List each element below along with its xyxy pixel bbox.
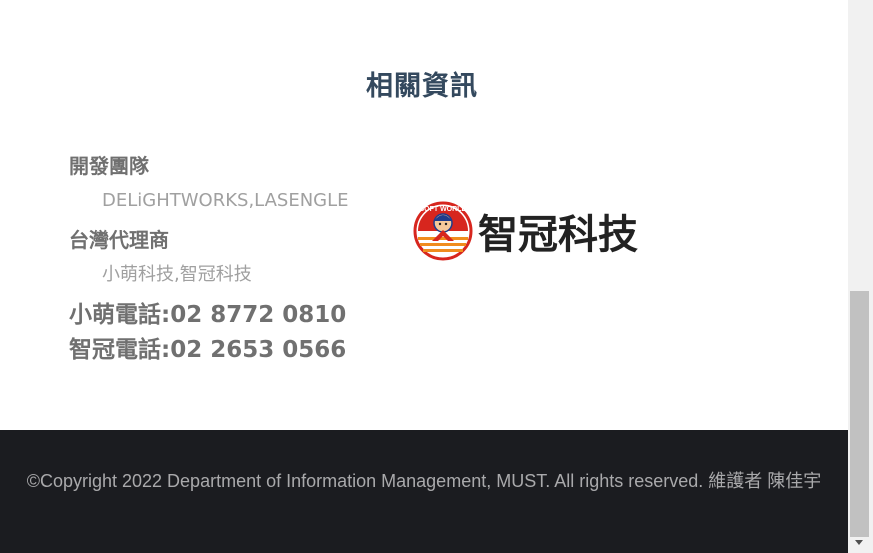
softworld-logo: SOFT WORLD 智冠科技	[412, 197, 642, 267]
scroll-down-arrow-icon[interactable]	[855, 540, 863, 545]
footer-copyright: ©Copyright 2022 Department of Informatio…	[26, 471, 822, 491]
info-list: 開發團隊 DELiGHTWORKS,LASENGLE 台灣代理商 小萌科技,智冠…	[69, 150, 389, 368]
developer-value: DELiGHTWORKS,LASENGLE	[102, 190, 349, 211]
scrollbar-thumb[interactable]	[850, 291, 869, 537]
related-info-section: 相關資訊 開發團隊 DELiGHTWORKS,LASENGLE 台灣代理商 小萌…	[0, 0, 848, 430]
phone-softworld: 智冠電話:02 2653 0566	[69, 337, 347, 363]
logo-name: 智冠科技	[478, 212, 638, 258]
phone-xiaomeng: 小萌電話:02 8772 0810	[69, 302, 347, 328]
section-title: 相關資訊	[366, 71, 478, 102]
logo-badge-text: SOFT WORLD	[419, 206, 466, 213]
footer: ©Copyright 2022 Department of Informatio…	[0, 430, 848, 553]
vertical-scrollbar[interactable]	[848, 0, 873, 553]
page: 相關資訊 開發團隊 DELiGHTWORKS,LASENGLE 台灣代理商 小萌…	[0, 0, 873, 553]
distributor-heading: 台灣代理商	[69, 228, 169, 252]
distributor-value: 小萌科技,智冠科技	[102, 264, 252, 285]
softworld-logo-image: SOFT WORLD 智冠科技	[413, 201, 638, 261]
developer-heading: 開發團隊	[69, 154, 149, 178]
